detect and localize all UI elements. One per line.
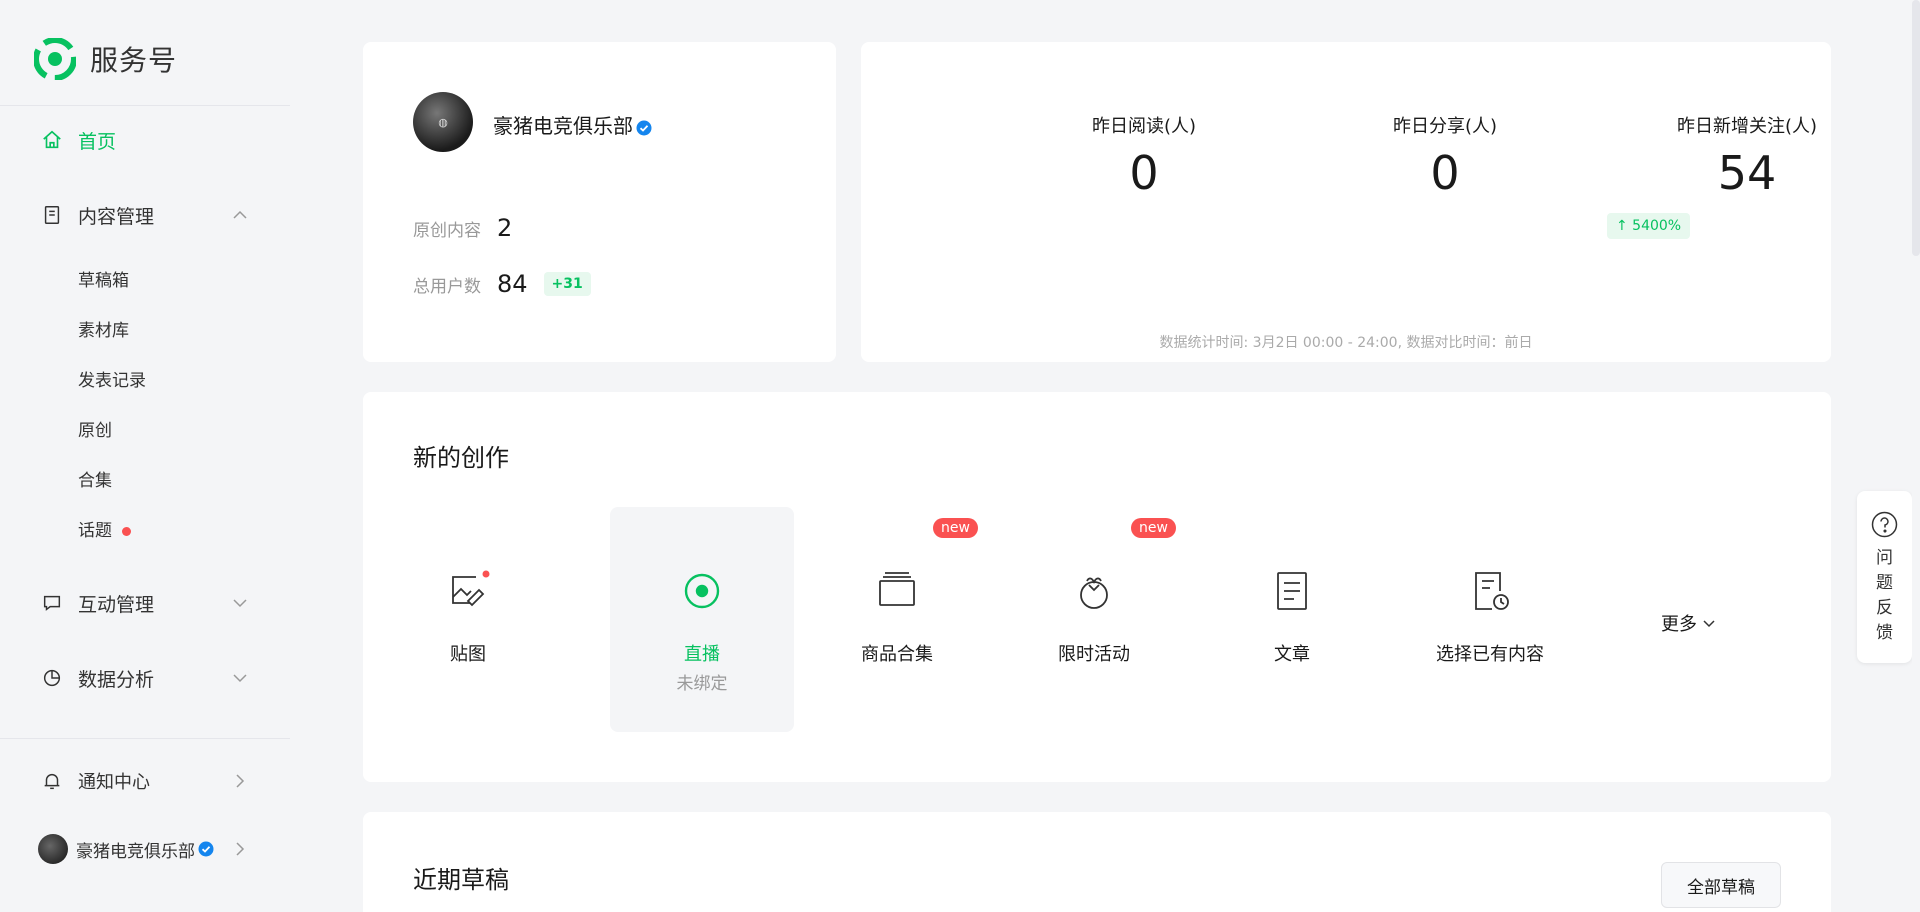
metric-value: 0 — [1430, 146, 1460, 200]
more-label: 更多 — [1661, 614, 1697, 635]
live-icon — [680, 569, 724, 613]
create-live[interactable]: 直播 未绑定 — [610, 507, 794, 732]
metrics-card: 昨日阅读(人) 0 昨日分享(人) 0 昨日新增关注(人) 54 ↑ 5400%… — [861, 42, 1831, 362]
nav-home-label: 首页 — [78, 130, 117, 153]
total-users-label: 总用户数 — [413, 276, 481, 297]
total-users-stat: 总用户数 84 +31 — [413, 270, 591, 298]
metric-value: 54 — [1717, 146, 1777, 200]
select-existing-content[interactable]: 选择已有内容 — [1398, 507, 1582, 732]
sidebar-account-name: 豪猪电竞俱乐部 — [76, 841, 195, 862]
create-image-post[interactable]: 贴图 — [376, 507, 560, 732]
chevron-down-icon — [1703, 620, 1715, 628]
metrics-footnote: 数据统计时间: 3月2日 00:00 - 24:00, 数据对比时间：前日 — [1159, 335, 1533, 351]
recent-drafts-card: 近期草稿 全部草稿 — [363, 812, 1831, 912]
sidebar-sub-drafts[interactable]: 草稿箱 — [78, 266, 129, 296]
nav-interaction-management[interactable]: 互动管理 — [40, 583, 260, 623]
sidebar-sub-original[interactable]: 原创 — [78, 416, 112, 446]
sidebar-account[interactable]: 豪猪电竞俱乐部 — [38, 832, 260, 866]
sidebar-sub-materials[interactable]: 素材库 — [78, 316, 129, 346]
section-title: 新的创作 — [413, 444, 509, 472]
question-icon — [1871, 511, 1898, 538]
divider — [0, 105, 290, 106]
scrollbar-thumb[interactable] — [1912, 0, 1920, 256]
chevron-down-icon — [233, 674, 247, 683]
logo-text: 服务号 — [90, 44, 178, 77]
logo[interactable]: 服务号 — [34, 38, 177, 80]
tool-label: 贴图 — [450, 644, 486, 665]
avatar-logo-icon: ◍ — [438, 115, 448, 129]
divider — [0, 738, 290, 739]
chevron-right-icon — [236, 842, 245, 856]
pie-chart-icon — [40, 666, 64, 690]
users-delta-badge: +31 — [543, 272, 591, 296]
image-edit-icon — [446, 569, 490, 613]
tool-label: 直播 — [684, 644, 720, 665]
tool-label: 文章 — [1274, 644, 1310, 665]
original-content-stat: 原创内容 2 — [413, 214, 512, 242]
account-avatar[interactable]: ◍ — [413, 92, 473, 152]
nav-data-analytics[interactable]: 数据分析 — [40, 658, 260, 698]
tool-label: 限时活动 — [1058, 644, 1130, 665]
all-drafts-button[interactable]: 全部草稿 — [1661, 862, 1781, 908]
bell-icon — [40, 769, 64, 793]
nav-content-label: 内容管理 — [78, 205, 155, 228]
original-content-label: 原创内容 — [413, 220, 481, 241]
nav-home[interactable]: 首页 — [40, 120, 260, 160]
create-limited-activity[interactable]: 限时活动 — [1002, 507, 1186, 732]
create-article[interactable]: 文章 — [1200, 507, 1384, 732]
metric-label: 昨日阅读(人) — [1091, 116, 1197, 137]
metric-yesterday-new-followers: 昨日新增关注(人) 54 — [1647, 112, 1847, 200]
nav-analytics-label: 数据分析 — [78, 668, 155, 691]
account-card: ◍ 豪猪电竞俱乐部 原创内容 2 总用户数 84 +31 — [363, 42, 836, 362]
account-name-text: 豪猪电竞俱乐部 — [493, 114, 633, 138]
tool-label: 选择已有内容 — [1436, 644, 1544, 665]
tool-label: 商品合集 — [861, 644, 933, 665]
notification-dot — [122, 526, 131, 536]
collection-icon — [875, 569, 919, 613]
sidebar-sub-topics-label: 话题 — [78, 521, 112, 541]
followers-growth-badge: ↑ 5400% — [1607, 213, 1691, 239]
new-creation-card: 新的创作 贴图 直播 未绑定 new 商品合集 new 限时活动 文章 选择已有… — [363, 392, 1831, 782]
metric-label: 昨日新增关注(人) — [1676, 116, 1818, 137]
nav-notification-center[interactable]: 通知中心 — [40, 761, 260, 801]
sidebar-sub-publish-records[interactable]: 发表记录 — [78, 366, 146, 396]
account-name: 豪猪电竞俱乐部 — [493, 110, 652, 139]
activity-icon — [1072, 569, 1116, 613]
feedback-button[interactable]: 问题反馈 — [1857, 491, 1912, 663]
sidebar-sub-topics[interactable]: 话题 — [78, 516, 131, 546]
total-users-value: 84 — [497, 270, 528, 298]
nav-interaction-label: 互动管理 — [78, 593, 155, 616]
chevron-up-icon — [233, 210, 247, 219]
metric-value: 0 — [1129, 146, 1159, 200]
article-icon — [1270, 569, 1314, 613]
more-tools-button[interactable]: 更多 — [1661, 610, 1717, 636]
sidebar: 服务号 首页 内容管理 草稿箱 素材库 发表记录 原创 合集 话题 互动管理 数… — [0, 0, 290, 912]
tool-sublabel: 未绑定 — [676, 674, 728, 694]
original-content-value: 2 — [497, 214, 513, 242]
verified-icon — [198, 841, 214, 857]
chevron-right-icon — [236, 774, 245, 788]
nav-notification-label: 通知中心 — [78, 772, 150, 793]
wechat-service-logo-icon — [34, 38, 76, 80]
document-icon — [40, 203, 64, 227]
metric-yesterday-shares: 昨日分享(人) 0 — [1345, 112, 1545, 200]
verified-icon — [636, 120, 652, 135]
home-icon — [40, 128, 64, 152]
section-title: 近期草稿 — [413, 866, 509, 894]
sidebar-sub-collections[interactable]: 合集 — [78, 466, 112, 496]
metric-label: 昨日分享(人) — [1392, 116, 1498, 137]
metric-yesterday-reads: 昨日阅读(人) 0 — [1044, 112, 1244, 200]
history-content-icon — [1468, 569, 1512, 613]
chevron-down-icon — [233, 599, 247, 608]
avatar — [38, 834, 68, 864]
nav-content-management[interactable]: 内容管理 — [40, 195, 260, 235]
feedback-label: 问题反馈 — [1876, 548, 1893, 643]
chat-bubble-icon — [40, 591, 64, 615]
create-product-collection[interactable]: 商品合集 — [805, 507, 989, 732]
